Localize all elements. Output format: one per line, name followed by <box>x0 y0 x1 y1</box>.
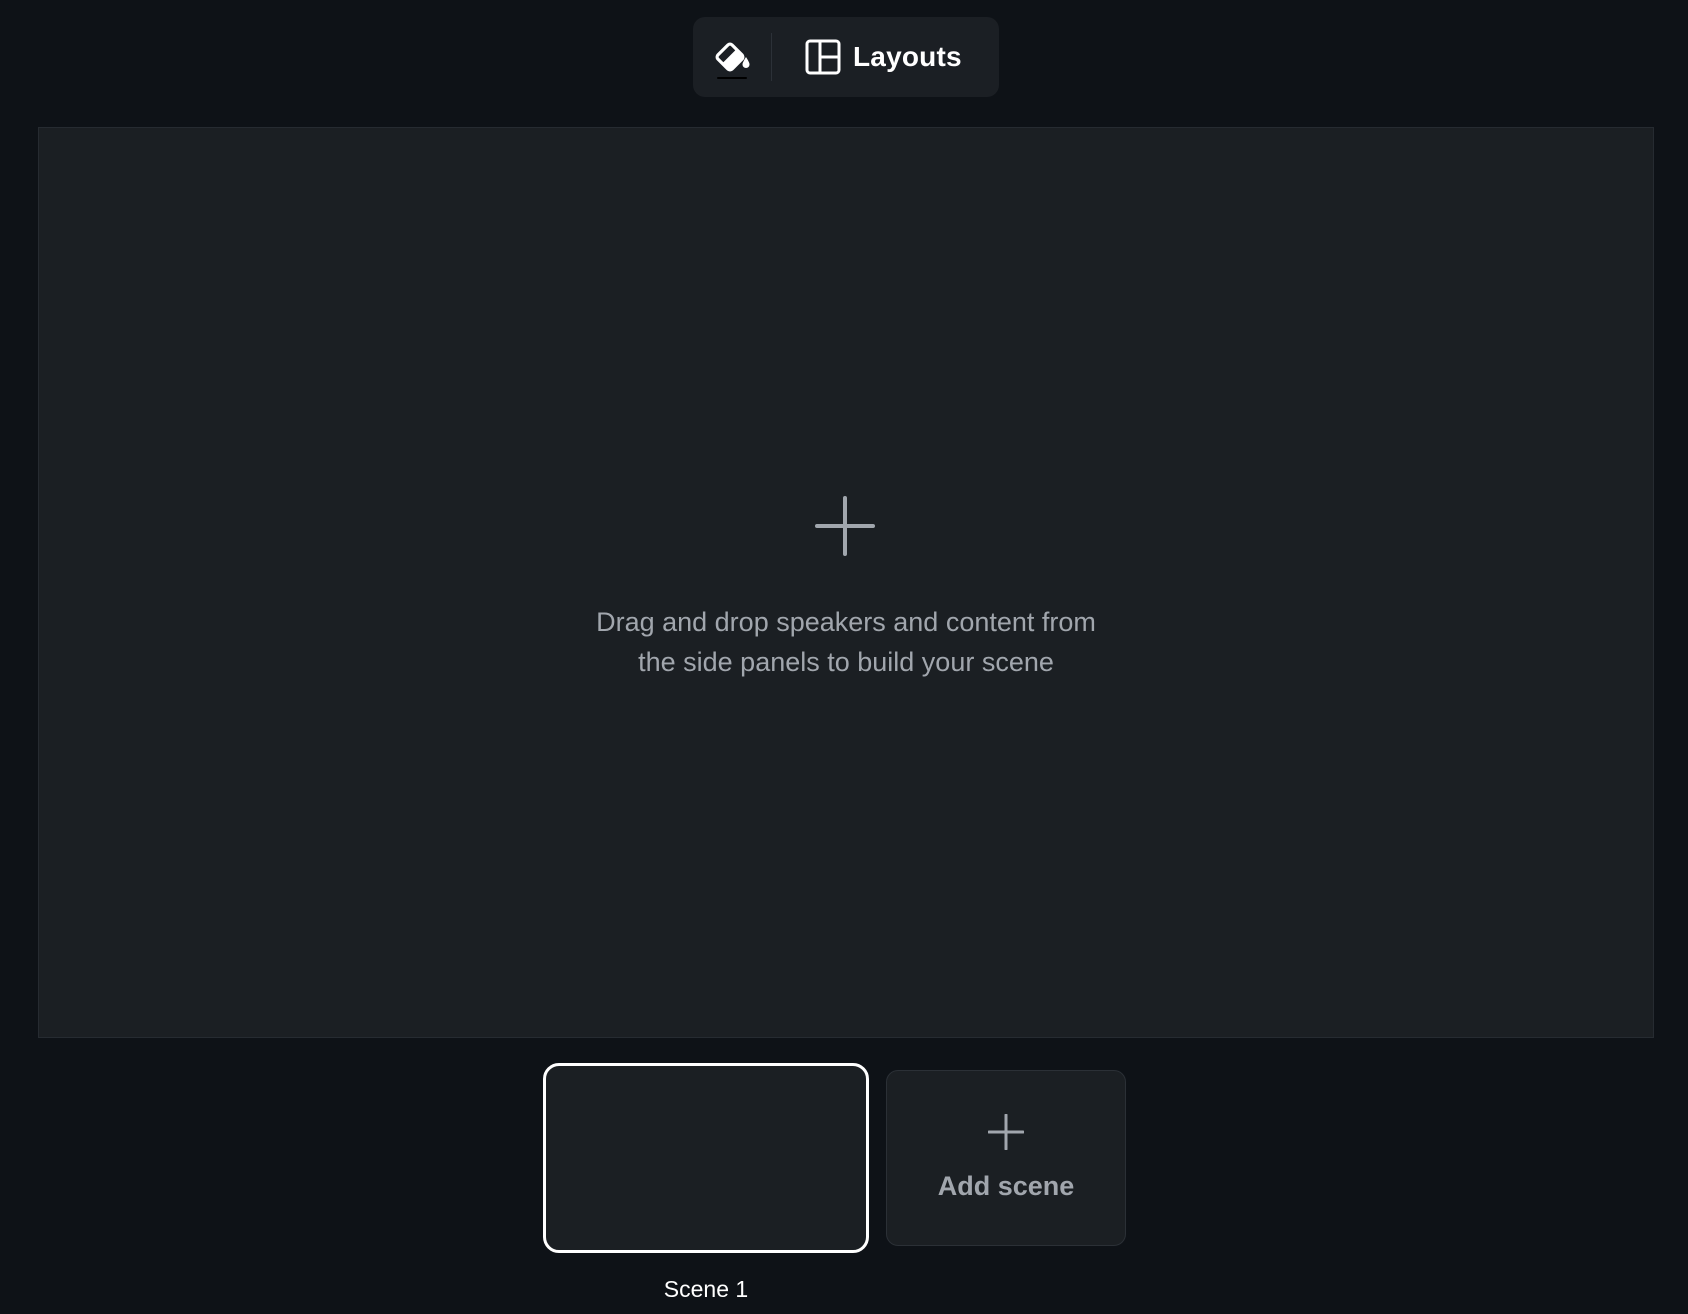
paint-bucket-icon <box>715 42 750 72</box>
scene-canvas[interactable]: Drag and drop speakers and content from … <box>38 127 1654 1038</box>
layouts-label: Layouts <box>853 41 962 72</box>
layout-icon <box>805 39 841 75</box>
theme-button[interactable] <box>693 17 771 97</box>
theme-active-underline <box>717 77 747 79</box>
scene-thumbnail[interactable] <box>543 1063 869 1253</box>
toolbar-divider <box>771 33 772 81</box>
canvas-hint: Drag and drop speakers and content from … <box>596 607 1096 677</box>
plus-icon <box>815 496 875 556</box>
scene-label: Scene 1 <box>663 1276 749 1302</box>
top-toolbar: Layouts <box>693 17 999 97</box>
add-scene-label: Add scene <box>937 1171 1075 1201</box>
layouts-button[interactable]: Layouts <box>805 17 962 97</box>
plus-icon <box>988 1114 1024 1150</box>
add-scene-button[interactable]: Add scene <box>886 1070 1126 1246</box>
